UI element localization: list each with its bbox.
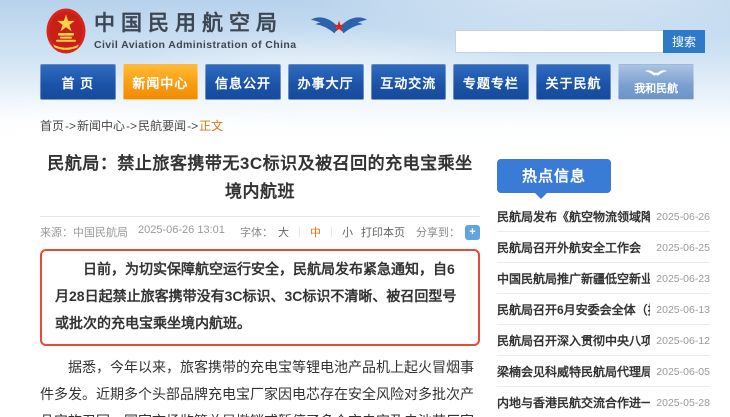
nav-item-interaction[interactable]: 互动交流: [370, 64, 447, 100]
hot-news-title: 民航局召开6月安委会全体（扩大）...: [497, 303, 650, 317]
highlight-notice-box: 日前，为切实保障航空运行安全，民航局发布紧急通知，自6月28日起禁止旅客携带没有…: [40, 249, 480, 346]
nav-item-news-center[interactable]: 新闻中心: [122, 64, 199, 100]
hot-news-date: 2025-06-12: [656, 334, 710, 347]
font-size-large-button[interactable]: 大: [278, 224, 289, 240]
nav-item-info-disclosure[interactable]: 信息公开: [205, 64, 281, 100]
nav-item-service-hall[interactable]: 办事大厅: [287, 64, 364, 100]
share-plus-icon[interactable]: +: [465, 224, 480, 240]
breadcrumb-separator: ->: [187, 119, 199, 133]
hot-news-item[interactable]: 民航局召开深入贯彻中央八项规定... 2025-06-12: [497, 325, 710, 356]
site-title: 中国民用航空局: [94, 12, 283, 36]
hot-news-item[interactable]: 民航局召开6月安委会全体（扩大）... 2025-06-13: [497, 294, 710, 325]
hot-news-date: 2025-05-28: [656, 396, 710, 409]
nav-item-about-caac[interactable]: 关于民航: [535, 64, 612, 100]
hot-info-list: 民航局发布《航空物流领域降本提... 2025-06-26 民航局召开外航安全工…: [497, 201, 710, 417]
hot-news-date: 2025-06-23: [656, 272, 710, 285]
search-button[interactable]: 搜索: [663, 30, 705, 53]
font-size-small-button[interactable]: 小: [342, 224, 353, 240]
article-paragraph: 据悉，今年以来，旅客携带的充电宝等锂电池产品机上起火冒烟事件多发。近期多个头部品…: [40, 358, 474, 417]
article-meta-left: 来源：中国民航局 2025-06-26 13:01: [40, 224, 225, 240]
breadcrumb-link-news-center[interactable]: 新闻中心: [77, 119, 125, 133]
article: 民航局：禁止旅客携带无3C标识及被召回的充电宝乘坐境内航班 来源：中国民航局 2…: [40, 142, 480, 417]
caac-wing-icon: [310, 14, 368, 45]
font-size-medium-button[interactable]: 中: [310, 224, 321, 240]
breadcrumb-separator: ->: [126, 119, 138, 133]
font-size-divider: ｜: [294, 227, 305, 240]
hot-news-title: 民航局召开外航安全工作会: [497, 241, 642, 255]
page: 中国民用航空局 Civil Aviation Administration of…: [0, 0, 730, 417]
nav-item-label: 我和民航: [634, 82, 679, 95]
national-emblem-icon: [46, 8, 86, 54]
hot-news-title: 中国民航局推广新疆低空新业态“行...: [497, 272, 651, 286]
article-datetime: 2025-06-26 13:01: [138, 224, 225, 237]
site-header: 中国民用航空局 Civil Aviation Administration of…: [0, 0, 730, 140]
hot-news-title: 民航局召开深入贯彻中央八项规定...: [497, 334, 651, 348]
share-label: 分享到：: [416, 227, 460, 240]
article-meta: 来源：中国民航局 2025-06-26 13:01 字体： 大 ｜ 中 ｜ 小 …: [40, 224, 480, 240]
hot-news-item[interactable]: 梁楠会见科威特民航局代理局长杜... 2025-06-05: [497, 356, 710, 387]
hot-news-date: 2025-06-13: [656, 303, 710, 316]
font-size-label: 字体：: [240, 227, 273, 240]
site-title-block: 中国民用航空局 Civil Aviation Administration of…: [94, 11, 296, 50]
nav-item-me-and-caac[interactable]: 我和民航: [618, 64, 694, 100]
hot-news-date: 2025-06-25: [656, 241, 710, 254]
wing-icon: [644, 69, 668, 79]
main-nav: 首 页 新闻中心 信息公开 办事大厅 互动交流 专题专栏 关于民航 我和民航: [40, 64, 694, 100]
hot-news-title: 梁楠会见科威特民航局代理局长杜...: [497, 365, 651, 379]
nav-item-special-topics[interactable]: 专题专栏: [453, 64, 529, 100]
main-content: 民航局：禁止旅客携带无3C标识及被召回的充电宝乘坐境内航班 来源：中国民航局 2…: [0, 140, 730, 417]
hot-news-item[interactable]: 中国民航局推广新疆低空新业态“行... 2025-06-23: [497, 263, 710, 294]
article-title: 民航局：禁止旅客携带无3C标识及被召回的充电宝乘坐境内航班: [47, 154, 473, 202]
hot-news-title: 民航局发布《航空物流领域降本提...: [497, 210, 651, 224]
site-brand: 中国民用航空局 Civil Aviation Administration of…: [46, 8, 368, 54]
breadcrumb-separator: ->: [65, 119, 77, 133]
font-size-divider: ｜: [326, 227, 337, 240]
article-meta-right: 字体： 大 ｜ 中 ｜ 小 打印本页 分享到： +: [240, 224, 480, 240]
site-subtitle: Civil Aviation Administration of China: [94, 38, 297, 51]
breadcrumb-link-home[interactable]: 首页: [40, 119, 64, 133]
breadcrumb-current: 正文: [199, 119, 224, 133]
hot-news-title: 内地与香港民航交流合作进一步走...: [497, 396, 651, 410]
breadcrumb: 首页->新闻中心->民航要闻->正文: [40, 117, 223, 134]
hot-news-item[interactable]: 民航局发布《航空物流领域降本提... 2025-06-26: [497, 201, 710, 232]
nav-item-home[interactable]: 首 页: [40, 64, 116, 100]
title-divider: [40, 216, 480, 218]
hot-news-date: 2025-06-05: [656, 365, 710, 378]
hot-news-date: 2025-06-26: [656, 210, 710, 223]
hot-info-tab[interactable]: 热点信息: [497, 159, 612, 199]
search-bar: 搜索: [455, 30, 705, 53]
search-input[interactable]: [455, 30, 663, 53]
breadcrumb-link-caac-news[interactable]: 民航要闻: [138, 119, 186, 133]
sidebar: 热点信息 民航局发布《航空物流领域降本提... 2025-06-26 民航局召开…: [497, 142, 710, 417]
article-source: 来源：中国民航局: [40, 227, 128, 240]
print-page-button[interactable]: 打印本页: [361, 224, 405, 240]
hot-news-item[interactable]: 内地与香港民航交流合作进一步走... 2025-05-28: [497, 387, 710, 417]
hot-news-item[interactable]: 民航局召开外航安全工作会 2025-06-25: [497, 232, 710, 263]
